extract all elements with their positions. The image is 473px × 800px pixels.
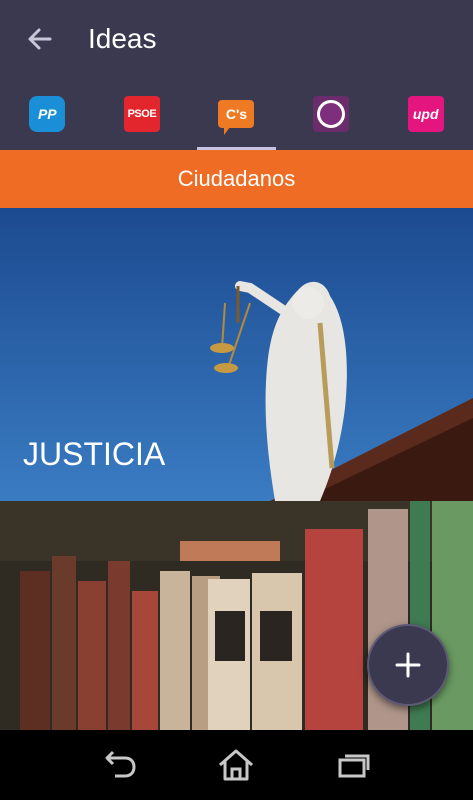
card-title: JUSTICIA: [23, 436, 166, 472]
tab-ciudadanos[interactable]: C's: [189, 78, 284, 150]
upyd-logo-icon: upd: [407, 96, 444, 132]
idea-card-justicia[interactable]: JUSTICIA: [0, 208, 473, 501]
page-title: Ideas: [88, 23, 157, 54]
tab-upyd[interactable]: upd: [378, 78, 473, 150]
pp-logo-icon: PP: [29, 96, 66, 132]
arrow-left-icon: [28, 28, 52, 50]
system-navigation-bar: [0, 730, 473, 800]
system-home-button[interactable]: [206, 740, 266, 790]
system-recents-button[interactable]: [324, 740, 384, 790]
party-name-bar: Ciudadanos: [0, 150, 473, 208]
home-icon: [219, 749, 254, 781]
tab-podemos[interactable]: [284, 78, 379, 150]
plus-icon: [395, 652, 421, 678]
recents-icon: [338, 754, 370, 778]
party-tabs: PP PSOE C's upd: [0, 78, 473, 150]
back-icon: [105, 750, 136, 778]
podemos-logo-icon: [313, 96, 350, 132]
app-bar: Ideas: [0, 0, 473, 78]
psoe-logo-icon: PSOE: [123, 96, 160, 132]
add-idea-button[interactable]: [367, 624, 449, 706]
tab-psoe[interactable]: PSOE: [95, 78, 190, 150]
system-back-button[interactable]: [89, 740, 149, 790]
ciudadanos-logo-icon: C's: [218, 100, 255, 135]
tab-pp[interactable]: PP: [0, 78, 95, 150]
back-button[interactable]: [0, 0, 80, 78]
